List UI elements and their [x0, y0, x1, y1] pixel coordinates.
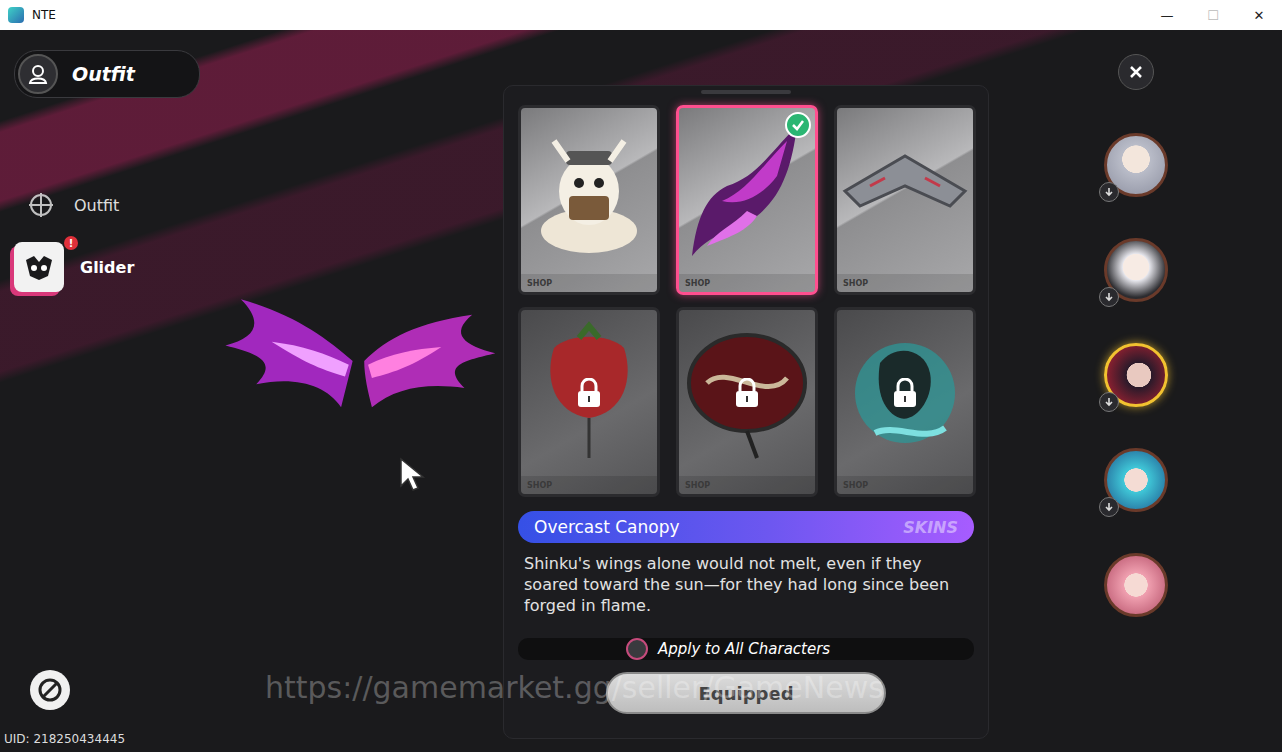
person-icon: [18, 54, 58, 94]
lock-overlay: [837, 310, 973, 476]
window-title: NTE: [32, 8, 1144, 22]
glider-card[interactable]: SHOP: [834, 105, 976, 295]
mouse-cursor-icon: [398, 456, 428, 492]
item-category: SKINS: [903, 518, 958, 537]
app-logo-icon: [8, 7, 24, 23]
game-window: NTE—☐✕OutfitOutfit!GliderUID: 2182504344…: [0, 0, 1282, 752]
glider-card[interactable]: SHOP: [676, 105, 818, 295]
metal-wing-icon: [840, 136, 970, 246]
close-icon: [1128, 64, 1144, 80]
sidebar-item[interactable]: ! Glider: [14, 242, 210, 292]
title-bar: NTE—☐✕: [0, 0, 1282, 30]
glider-card[interactable]: SHOP: [518, 307, 660, 497]
lock-icon: [892, 378, 918, 408]
hide-ui-button[interactable]: [30, 670, 70, 710]
character-avatar[interactable]: [1104, 343, 1168, 407]
flame-wings-icon: [210, 271, 503, 451]
character-list: [989, 30, 1282, 752]
lock-overlay: [521, 310, 657, 476]
header-title: Outfit: [72, 63, 135, 85]
card-tag: SHOP: [837, 274, 973, 292]
lock-icon: [576, 378, 602, 408]
download-badge: [1099, 392, 1119, 412]
glider-grid: SHOP SHOP SHOP SHOP SHOP SHOP: [518, 105, 974, 497]
game-area: OutfitOutfit!GliderUID: 218250434445SHOP…: [0, 30, 1282, 752]
sidebar-label: Outfit: [74, 196, 119, 215]
download-icon: [1104, 397, 1114, 407]
character-avatar[interactable]: [1104, 448, 1168, 512]
item-name-bar: Overcast Canopy SKINS: [518, 511, 974, 543]
item-description: Shinku's wings alone would not melt, eve…: [518, 553, 974, 616]
card-tag: SHOP: [521, 274, 657, 292]
download-badge: [1099, 497, 1119, 517]
glider-mask-icon: !: [14, 242, 64, 292]
download-icon: [1104, 187, 1114, 197]
glider-panel: SHOP SHOP SHOP SHOP SHOP SHOP Overcast Canopy S…: [503, 85, 989, 739]
check-badge: [785, 112, 811, 138]
character-avatar[interactable]: [1104, 553, 1168, 617]
download-icon: [1104, 502, 1114, 512]
creature-glider-icon: [534, 121, 644, 261]
card-tag: SHOP: [837, 476, 973, 494]
sidebar-item[interactable]: Outfit: [14, 182, 210, 228]
character-avatar[interactable]: [1104, 133, 1168, 197]
alert-badge: !: [64, 236, 78, 250]
lock-icon: [734, 378, 760, 408]
card-tag: SHOP: [679, 476, 815, 494]
card-art: [521, 310, 657, 476]
glider-card[interactable]: SHOP: [518, 105, 660, 295]
download-badge: [1099, 182, 1119, 202]
maximize-button[interactable]: ☐: [1190, 0, 1236, 30]
apply-all-toggle[interactable]: Apply to All Characters: [518, 638, 974, 660]
minimize-button[interactable]: —: [1144, 0, 1190, 30]
sidebar: OutfitOutfit!GliderUID: 218250434445: [0, 30, 210, 752]
check-icon: [791, 118, 805, 132]
equip-button[interactable]: Equipped: [606, 672, 886, 714]
card-art: [521, 108, 657, 274]
panel-handle[interactable]: [701, 90, 791, 94]
close-button[interactable]: [1118, 54, 1154, 90]
sidebar-label: Glider: [80, 258, 134, 277]
prohibit-icon: [37, 677, 63, 703]
character-avatar[interactable]: [1104, 238, 1168, 302]
item-name: Overcast Canopy: [534, 517, 680, 537]
lock-overlay: [679, 310, 815, 476]
toggle-label: Apply to All Characters: [658, 640, 830, 658]
outfit-header: Outfit: [14, 50, 200, 98]
download-badge: [1099, 287, 1119, 307]
card-art: [837, 310, 973, 476]
card-art: [837, 108, 973, 274]
download-icon: [1104, 292, 1114, 302]
crosshair-icon: [24, 188, 58, 222]
card-tag: SHOP: [679, 274, 815, 292]
glider-preview[interactable]: [210, 30, 503, 752]
glider-card[interactable]: SHOP: [676, 307, 818, 497]
glider-card[interactable]: SHOP: [834, 307, 976, 497]
card-art: [679, 310, 815, 476]
toggle-knob[interactable]: [626, 638, 648, 660]
card-tag: SHOP: [521, 476, 657, 494]
close-window-button[interactable]: ✕: [1236, 0, 1282, 30]
sidebar-list: Outfit!Glider: [14, 182, 210, 292]
flame-wing-icon: [687, 116, 807, 266]
uid-label: UID: 218250434445: [4, 732, 210, 746]
